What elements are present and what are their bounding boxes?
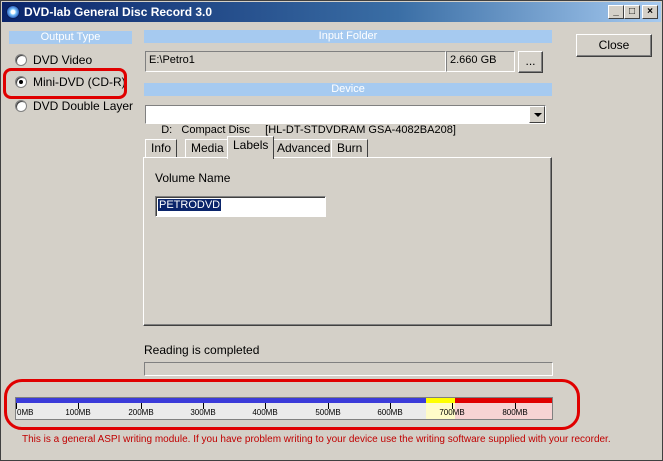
tab-advanced[interactable]: Advanced	[271, 139, 337, 158]
radio-button-mini-dvd[interactable]	[15, 76, 27, 88]
browse-folder-button[interactable]: ...	[518, 51, 543, 73]
tab-media[interactable]: Media	[185, 139, 230, 158]
capacity-tick-label-4: 400MB	[252, 408, 278, 417]
maximize-icon: □	[628, 6, 636, 17]
device-header: Device	[144, 83, 552, 96]
capacity-tick-label-6: 600MB	[377, 408, 403, 417]
radio-label-mini-dvd: Mini-DVD (CD-R)	[33, 75, 126, 89]
volume-name-input[interactable]: PETRODVD	[155, 196, 326, 217]
radio-label-dvd-double-layer: DVD Double Layer	[33, 99, 134, 113]
window-title: DVD-lab General Disc Record 3.0	[24, 5, 213, 19]
radio-button-dvd-double-layer[interactable]	[15, 100, 27, 112]
status-text: Reading is completed	[144, 343, 260, 357]
minimize-button[interactable]: _	[608, 5, 624, 19]
device-select[interactable]: D: Compact Disc [HL-DT-STDVDRAM GSA-4082…	[145, 105, 546, 136]
tab-labels[interactable]: Labels	[227, 136, 275, 159]
radio-dvd-video[interactable]: DVD Video	[15, 52, 92, 68]
close-icon: ×	[647, 6, 653, 17]
volume-name-value: PETRODVD	[158, 199, 222, 211]
capacity-tick-label-5: 500MB	[315, 408, 341, 417]
disc-record-window: DVD-lab General Disc Record 3.0 _ □ × Ou…	[0, 0, 663, 461]
output-type-header: Output Type	[9, 31, 132, 44]
input-folder-path: E:\Petro1	[145, 51, 446, 72]
radio-dvd-double-layer[interactable]: DVD Double Layer	[15, 98, 133, 114]
tab-burn[interactable]: Burn	[331, 139, 369, 158]
capacity-tick-label-8: 800MB	[502, 408, 528, 417]
maximize-button[interactable]: □	[624, 5, 640, 19]
close-window-button[interactable]: ×	[642, 5, 658, 19]
close-button[interactable]: Close	[576, 34, 652, 57]
title-bar[interactable]: DVD-lab General Disc Record 3.0 _ □ ×	[2, 2, 661, 22]
volume-name-label: Volume Name	[155, 171, 231, 185]
minimize-icon: _	[613, 6, 619, 17]
chevron-down-icon[interactable]	[529, 106, 545, 123]
disc-capacity-bar: 0MB 100MB 200MB 300MB 400MB 500MB 600MB 700MB 80…	[15, 397, 553, 420]
input-folder-header: Input Folder	[144, 30, 552, 43]
device-selected-value: D: Compact Disc [HL-DT-STDVDRAM GSA-4082…	[161, 124, 456, 136]
capacity-tick-label-0: 0MB	[17, 408, 34, 417]
capacity-tick-label-3: 300MB	[190, 408, 216, 417]
disc-app-icon	[6, 5, 20, 19]
aspi-footnote: This is a general ASPI writing module. I…	[22, 434, 611, 445]
progress-bar	[144, 362, 553, 376]
input-folder-size: 2.660 GB	[446, 51, 515, 72]
capacity-tick-label-2: 200MB	[128, 408, 154, 417]
radio-label-dvd-video: DVD Video	[33, 53, 93, 67]
capacity-tick-label-7: 700MB	[439, 408, 465, 417]
radio-mini-dvd[interactable]: Mini-DVD (CD-R)	[15, 74, 126, 90]
capacity-tick-label-1: 100MB	[65, 408, 91, 417]
tab-info[interactable]: Info	[145, 139, 178, 158]
radio-button-dvd-video[interactable]	[15, 54, 27, 66]
